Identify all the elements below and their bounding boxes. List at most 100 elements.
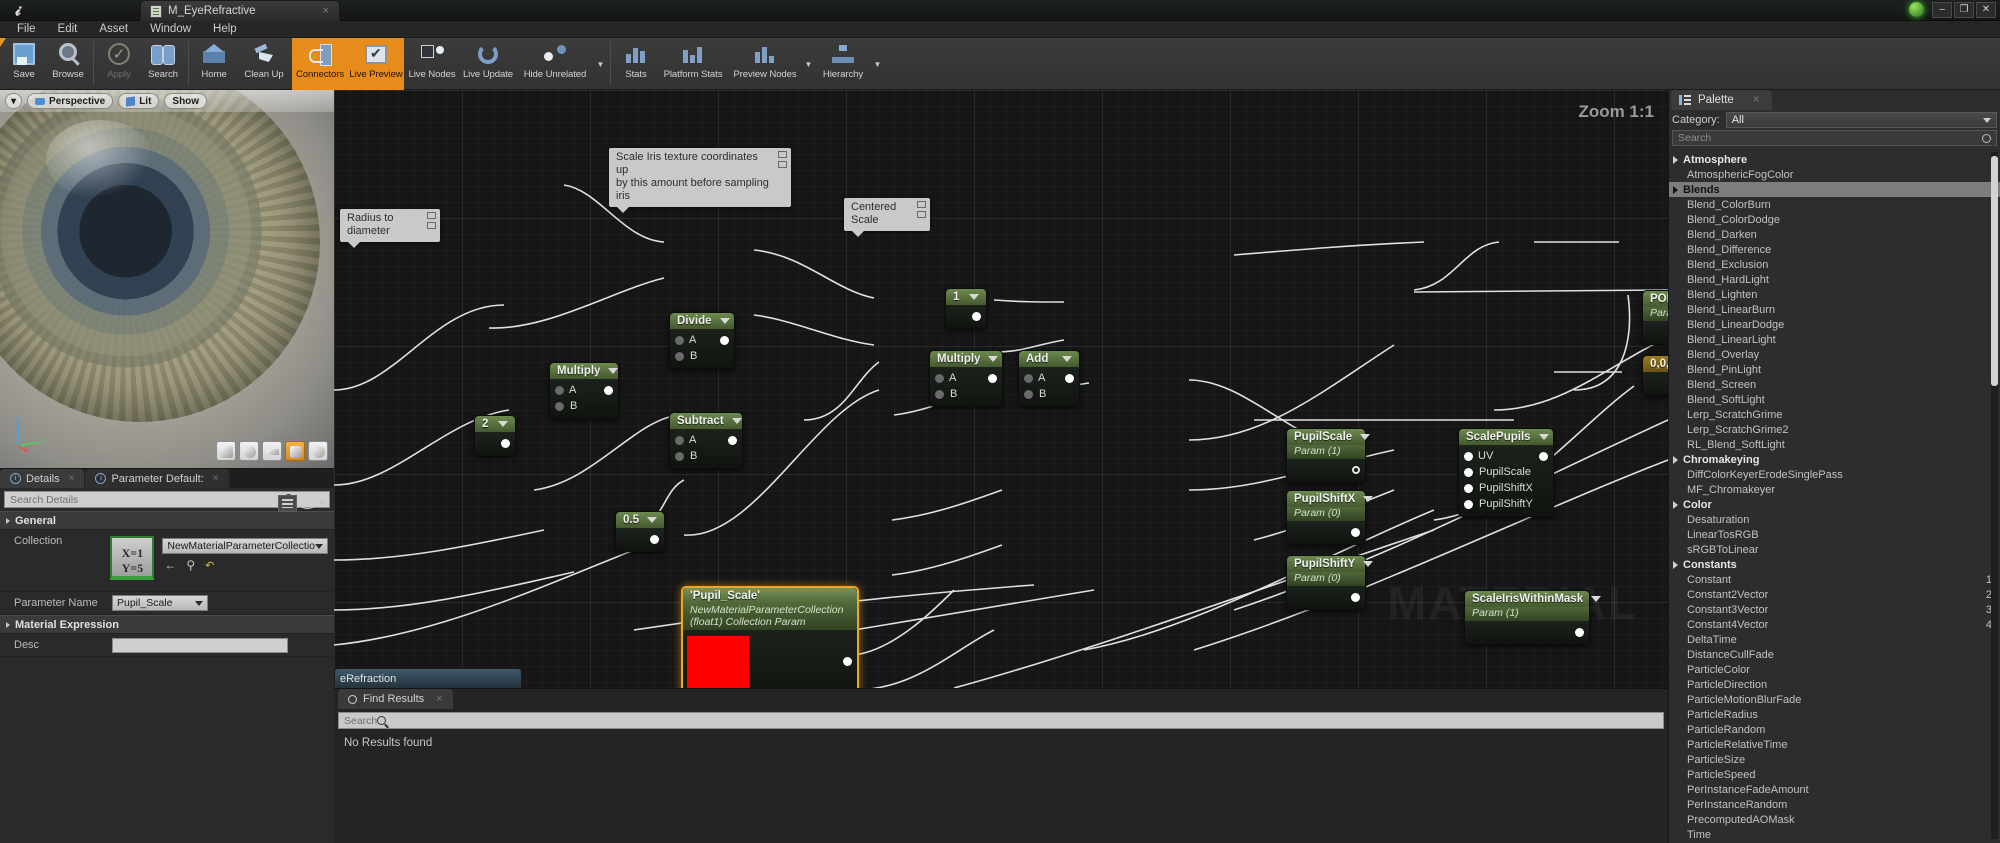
palette-item-list[interactable]: Atmosphere AtmosphericFogColor Blends Bl… (1669, 152, 2000, 843)
palette-item[interactable]: Blend_Lighten (1669, 287, 2000, 302)
use-selected-arrow-icon[interactable]: ← (164, 558, 176, 572)
node-subtract[interactable]: Subtract A B (669, 412, 743, 469)
palette-group-atmosphere[interactable]: Atmosphere (1669, 152, 2000, 167)
node-output-pin[interactable] (946, 308, 986, 324)
palette-item[interactable]: Constant4Vector 4 (1669, 617, 2000, 632)
node-constant-1[interactable]: 1 (945, 288, 987, 329)
palette-item[interactable]: PerInstanceFadeAmount (1669, 782, 2000, 797)
palette-item[interactable]: Blend_Difference (1669, 242, 2000, 257)
find-results-search[interactable]: Search (338, 712, 1664, 729)
palette-item[interactable]: Blend_PinLight (1669, 362, 2000, 377)
chevron-down-icon[interactable] (969, 294, 979, 300)
close-icon[interactable]: × (69, 473, 75, 484)
node-param-scaleiriswithinmask[interactable]: ScaleIrisWithinMask Param (1) (1464, 590, 1602, 645)
toolbar-button-search[interactable]: Search (141, 38, 185, 90)
viewport-options-menu[interactable]: ▾ (5, 93, 23, 109)
asset-tab-close-icon[interactable]: × (323, 5, 329, 17)
node-param-pomcutoff[interactable]: POMCutoff Param (0.1) (1642, 290, 1668, 345)
node-pin-a[interactable]: A (670, 432, 742, 448)
palette-item[interactable]: ParticleMotionBlurFade (1669, 692, 2000, 707)
viewport-camera-mode[interactable]: Perspective (27, 93, 114, 109)
toolbar-button-preview-nodes[interactable]: Preview Nodes (728, 38, 802, 90)
browse-to-asset-icon[interactable]: ⚲ (186, 558, 195, 572)
palette-item[interactable]: ParticleSize (1669, 752, 2000, 767)
palette-item[interactable]: DeltaTime (1669, 632, 2000, 647)
node-pin-b[interactable]: B (1019, 386, 1079, 402)
toolbar-button-hierarchy[interactable]: Hierarchy (815, 38, 871, 90)
node-pin-a[interactable]: A (1019, 370, 1079, 386)
palette-item[interactable]: ParticleRadius (1669, 707, 2000, 722)
viewport-view-mode[interactable]: Lit (118, 93, 160, 109)
palette-item[interactable]: AtmosphericFogColor (1669, 167, 2000, 182)
toolbar-button-hide-unrelated[interactable]: Hide Unrelated (516, 38, 594, 90)
chevron-down-icon[interactable] (608, 368, 619, 374)
palette-item[interactable]: Constant3Vector 3 (1669, 602, 2000, 617)
preview-nodes-dropdown-icon[interactable]: ▼ (802, 38, 815, 90)
palette-item[interactable]: Constant2Vector 2 (1669, 587, 2000, 602)
details-grid-view-button[interactable] (278, 495, 297, 512)
palette-item[interactable]: ParticleColor (1669, 662, 2000, 677)
shape-button-cylinder[interactable] (216, 441, 236, 461)
node-constant-2[interactable]: 2 (474, 415, 516, 456)
palette-item[interactable]: Blend_LinearLight (1669, 332, 2000, 347)
palette-item[interactable]: Blend_ColorDodge (1669, 212, 2000, 227)
minimize-button[interactable]: – (1932, 2, 1952, 18)
menu-item-file[interactable]: File (6, 21, 47, 38)
collection-thumbnail[interactable]: X=1 Y=5 (110, 536, 155, 580)
palette-item[interactable]: Blend_Darken (1669, 227, 2000, 242)
node-output-pin[interactable] (1287, 524, 1365, 540)
toolbar-button-save[interactable]: Save (2, 38, 46, 90)
hierarchy-dropdown-icon[interactable]: ▼ (871, 38, 884, 90)
section-header-material-expression[interactable]: Material Expression (0, 615, 334, 634)
tab-parameter-default[interactable]: i Parameter Default: × (85, 469, 230, 488)
shape-button-cube[interactable] (285, 441, 305, 461)
material-graph-canvas[interactable]: MATERIAL Zoom 1:1 (334, 90, 1668, 688)
graph-comment-radius[interactable]: Radius to diameter (340, 209, 440, 248)
palette-item[interactable]: RL_Blend_SoftLight (1669, 437, 2000, 452)
chevron-down-icon[interactable] (731, 418, 742, 424)
palette-item[interactable]: Blend_LinearBurn (1669, 302, 2000, 317)
reset-to-default-icon[interactable]: ↶ (205, 559, 214, 572)
palette-scrollbar-thumb[interactable] (1991, 156, 1998, 386)
node-output-pin[interactable] (1643, 324, 1668, 340)
toolbar-button-stats[interactable]: Stats (614, 38, 658, 90)
toolbar-button-browse[interactable]: Browse (46, 38, 90, 90)
chevron-down-icon[interactable] (1538, 434, 1549, 440)
node-pin-a[interactable]: A (930, 370, 1002, 386)
node-param-pupilshiftx[interactable]: PupilShiftX Param (0) (1286, 490, 1374, 545)
chevron-down-icon[interactable] (1062, 356, 1072, 362)
graph-comment-centered-scale[interactable]: Centered Scale (844, 198, 930, 237)
eye-visibility-icon[interactable] (300, 498, 315, 509)
palette-item[interactable]: Blend_LinearDodge (1669, 317, 2000, 332)
parameter-name-select[interactable]: Pupil_Scale (112, 595, 208, 611)
close-icon[interactable]: × (436, 693, 442, 705)
toolbar-button-platform-stats[interactable]: Platform Stats (658, 38, 728, 90)
node-output-pin[interactable] (475, 435, 515, 451)
node-output-pin[interactable] (1643, 375, 1668, 391)
toolbar-button-home[interactable]: Home (192, 38, 236, 90)
node-divide[interactable]: Divide A B (669, 312, 735, 369)
palette-item[interactable]: sRGBToLinear (1669, 542, 2000, 557)
toolbar-button-live-preview[interactable]: Live Preview (348, 38, 404, 90)
node-pin-b[interactable]: B (550, 398, 618, 414)
palette-group-constants[interactable]: Constants (1669, 557, 2000, 572)
palette-item[interactable]: Blend_HardLight (1669, 272, 2000, 287)
chevron-down-icon[interactable] (647, 517, 657, 523)
chevron-down-icon[interactable] (1591, 596, 1602, 602)
menu-item-asset[interactable]: Asset (88, 21, 139, 38)
palette-group-blends[interactable]: Blends (1669, 182, 2000, 197)
node-pin-pupilshifty[interactable]: PupilShiftY (1459, 496, 1553, 512)
preview-viewport[interactable]: ▾ Perspective Lit Show z y x (0, 90, 334, 468)
menu-item-window[interactable]: Window (139, 21, 202, 38)
menu-item-help[interactable]: Help (202, 21, 248, 38)
palette-group-chromakeying[interactable]: Chromakeying (1669, 452, 2000, 467)
palette-item[interactable]: LinearTosRGB (1669, 527, 2000, 542)
node-pin-pupilshiftx[interactable]: PupilShiftX (1459, 480, 1553, 496)
node-multiply-centered[interactable]: Multiply A B (929, 350, 1003, 407)
collection-asset-picker[interactable]: NewMaterialParameterCollectio (162, 538, 328, 554)
section-header-general[interactable]: General (0, 511, 334, 530)
hide-unrelated-dropdown-icon[interactable]: ▼ (594, 38, 607, 90)
toolbar-button-connectors[interactable]: Connectors (292, 38, 348, 90)
desc-input[interactable] (112, 638, 288, 653)
toolbar-button-live-update[interactable]: Live Update (460, 38, 516, 90)
